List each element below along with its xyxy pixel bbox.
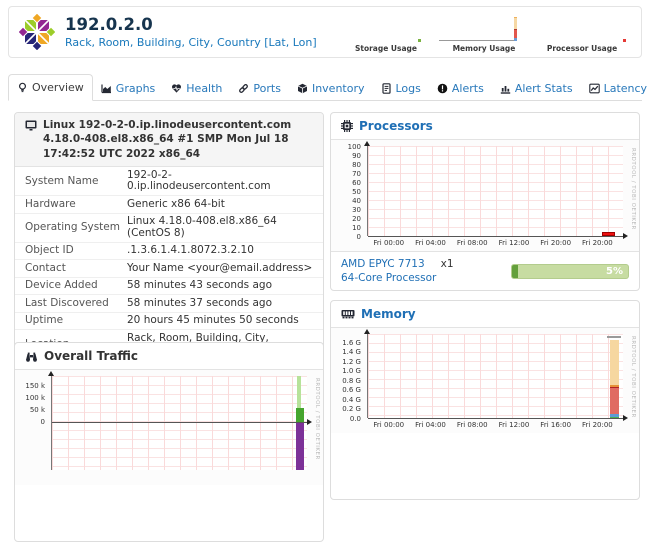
- row-label: Contact: [25, 263, 127, 275]
- minigraph-storage[interactable]: Storage Usage: [339, 9, 433, 55]
- minigraph-label: Processor Usage: [535, 44, 629, 53]
- memory-icon: [341, 309, 355, 319]
- tab-overview[interactable]: Overview: [8, 74, 93, 101]
- row-label: Object ID: [25, 245, 127, 257]
- alert-circle-icon: [437, 83, 448, 94]
- tab-label: Graphs: [116, 82, 155, 95]
- header-minigraphs: Storage Usage Memory Usage Processor Usa…: [339, 9, 631, 55]
- cpu-icon: [341, 120, 353, 132]
- row-label: Device Added: [25, 280, 127, 292]
- system-title: Linux 192-0-2-0.ip.linodeusercontent.com…: [43, 118, 313, 161]
- tab-bar: Overview Graphs Health Ports Inventory L…: [8, 71, 642, 101]
- memory-sparkline: [437, 11, 531, 43]
- centos-logo-icon: [19, 14, 55, 50]
- cpu-row: AMD EPYC 7713 x1 64-Core Processor 5%: [331, 251, 639, 290]
- row-label: Hardware: [25, 199, 127, 211]
- area-chart-icon: [101, 83, 112, 94]
- row-label: Uptime: [25, 315, 127, 327]
- row-value: Your Name <your@email.address>: [127, 263, 313, 275]
- row-value: 20 hours 45 minutes 50 seconds: [127, 315, 313, 327]
- memory-panel-header[interactable]: Memory: [331, 301, 639, 328]
- system-panel-header: Linux 192-0-2-0.ip.linodeusercontent.com…: [15, 113, 323, 167]
- memory-title: Memory: [361, 307, 416, 321]
- tab-label: Health: [186, 82, 222, 95]
- tab-label: Alerts: [452, 82, 484, 95]
- tab-label: Ports: [253, 82, 281, 95]
- processors-graph[interactable]: 0102030405060708090100Fri 00:00Fri 04:00…: [331, 140, 639, 251]
- table-row: Device Added58 minutes 43 seconds ago: [15, 277, 323, 295]
- row-value: 58 minutes 43 seconds ago: [127, 280, 313, 292]
- minigraph-processor[interactable]: Processor Usage: [535, 9, 629, 55]
- traffic-panel: Overall Traffic 050 k100 k150 kRRDTOOL /…: [14, 342, 324, 542]
- os-icon: [25, 120, 37, 131]
- row-value: Linux 4.18.0-408.el8.x86_64 (CentOS 8): [127, 216, 313, 239]
- table-row: Uptime20 hours 45 minutes 50 seconds: [15, 312, 323, 330]
- table-row: HardwareGeneric x86 64-bit: [15, 195, 323, 213]
- device-location-link[interactable]: Rack, Room, Building, City, Country [Lat…: [65, 36, 317, 49]
- tab-logs[interactable]: Logs: [373, 76, 429, 101]
- table-row: Last Discovered58 minutes 37 seconds ago: [15, 294, 323, 312]
- row-label: System Name: [25, 176, 127, 188]
- traffic-graph[interactable]: 050 k100 k150 kRRDTOOL / TOBI OETIKER: [15, 370, 323, 485]
- tab-latency[interactable]: Latency: [581, 76, 650, 101]
- cpu-usage-fill: [512, 265, 518, 278]
- processors-panel-header[interactable]: Processors: [331, 113, 639, 140]
- minigraph-memory[interactable]: Memory Usage: [437, 9, 531, 55]
- cpu-count: x1: [441, 257, 454, 271]
- row-label: Operating System: [25, 222, 127, 234]
- traffic-panel-header: Overall Traffic: [15, 343, 323, 370]
- processors-panel: Processors 0102030405060708090100Fri 00:…: [330, 112, 640, 291]
- tab-label: Overview: [32, 81, 84, 94]
- tab-alert-stats[interactable]: Alert Stats: [492, 76, 581, 101]
- row-value: .1.3.6.1.4.1.8072.3.2.10: [127, 245, 313, 257]
- row-value: 192-0-2-0.ip.linodeusercontent.com: [127, 170, 313, 193]
- tab-label: Logs: [396, 82, 421, 95]
- table-row: ContactYour Name <your@email.address>: [15, 259, 323, 277]
- binoculars-icon: [25, 351, 38, 362]
- tab-graphs[interactable]: Graphs: [93, 76, 163, 101]
- tab-label: Alert Stats: [515, 82, 573, 95]
- tab-alerts[interactable]: Alerts: [429, 76, 492, 101]
- tab-health[interactable]: Health: [163, 76, 230, 101]
- device-title: 192.0.2.0: [65, 15, 317, 34]
- traffic-title: Overall Traffic: [44, 349, 138, 363]
- processor-sparkline: [535, 11, 629, 43]
- memory-graph[interactable]: 0.00.2 G0.4 G0.6 G0.8 G1.0 G1.2 G1.4 G1.…: [331, 328, 639, 433]
- minigraph-label: Storage Usage: [339, 44, 433, 53]
- device-header: 192.0.2.0 Rack, Room, Building, City, Co…: [8, 6, 642, 58]
- row-value: Generic x86 64-bit: [127, 199, 313, 211]
- tab-ports[interactable]: Ports: [230, 76, 289, 101]
- cpu-name-link[interactable]: AMD EPYC 7713: [341, 257, 425, 271]
- processors-title: Processors: [359, 119, 433, 133]
- row-value: 58 minutes 37 seconds ago: [127, 298, 313, 310]
- tab-label: Latency: [604, 82, 647, 95]
- table-row: Operating SystemLinux 4.18.0-408.el8.x86…: [15, 213, 323, 242]
- cube-icon: [297, 83, 308, 94]
- table-row: System Name192-0-2-0.ip.linodeuserconten…: [15, 167, 323, 195]
- table-row: Object ID.1.3.6.1.4.1.8072.3.2.10: [15, 242, 323, 260]
- lightbulb-icon: [17, 82, 28, 93]
- cpu-desc-link[interactable]: 64-Core Processor: [341, 271, 454, 285]
- file-icon: [381, 83, 392, 94]
- bar-chart-icon: [500, 83, 511, 94]
- page: 192.0.2.0 Rack, Room, Building, City, Co…: [0, 0, 650, 429]
- heartbeat-icon: [171, 83, 182, 94]
- cpu-usage-bar: 5%: [511, 264, 629, 279]
- row-label: Last Discovered: [25, 298, 127, 310]
- link-icon: [238, 83, 249, 94]
- cpu-usage-label: 5%: [606, 265, 623, 278]
- tab-label: Inventory: [312, 82, 365, 95]
- line-chart-icon: [589, 83, 600, 94]
- minigraph-label: Memory Usage: [437, 44, 531, 53]
- memory-panel: Memory 0.00.2 G0.4 G0.6 G0.8 G1.0 G1.2 G…: [330, 300, 640, 500]
- tab-inventory[interactable]: Inventory: [289, 76, 373, 101]
- storage-sparkline: [339, 11, 433, 43]
